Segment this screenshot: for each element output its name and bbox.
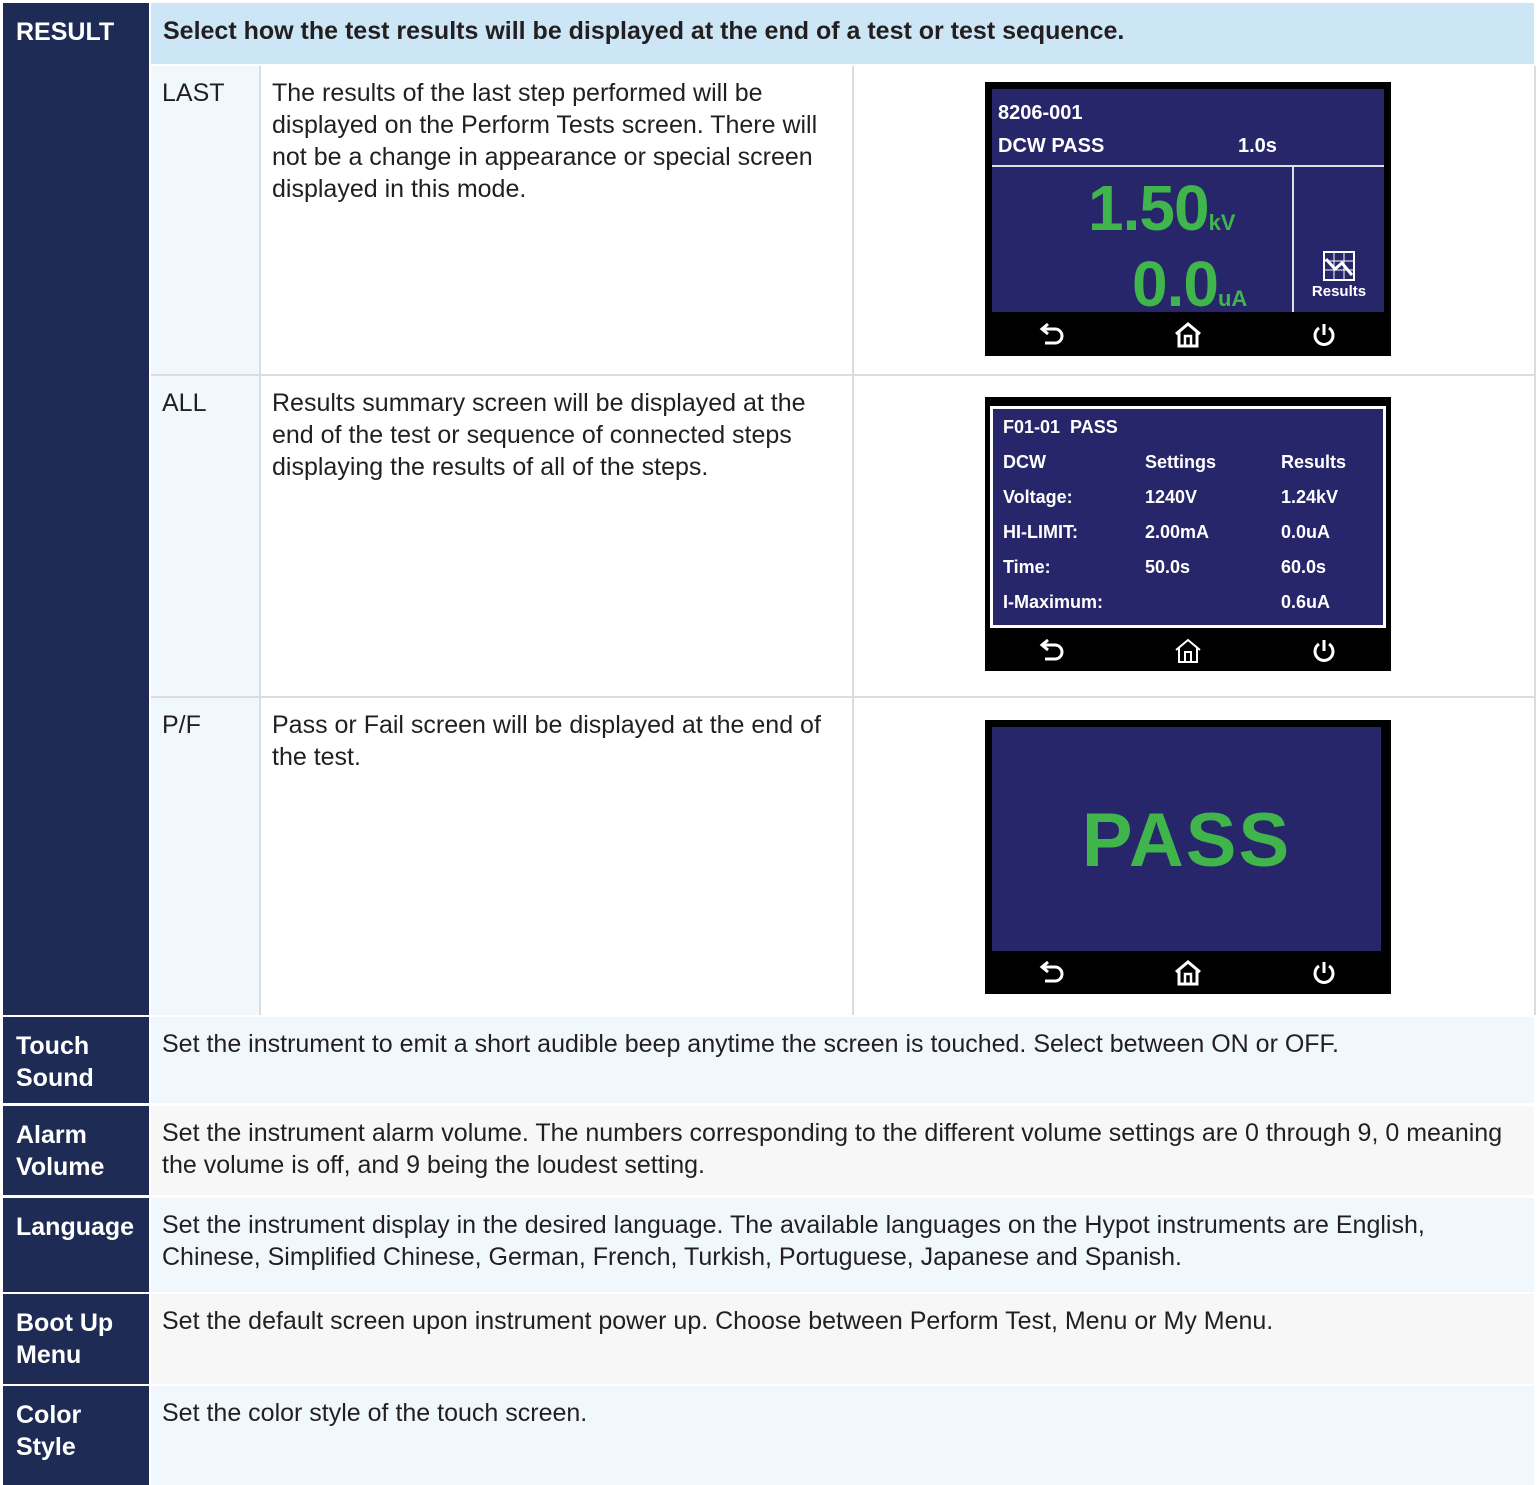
setting-description-alarm-volume: Set the instrument alarm volume. The num… bbox=[151, 1106, 1534, 1195]
option-description-pf: Pass or Fail screen will be displayed at… bbox=[261, 698, 852, 1015]
row-setting: 50.0s bbox=[1145, 557, 1191, 577]
home-icon[interactable] bbox=[1174, 638, 1202, 664]
screen-area: PASS bbox=[992, 727, 1381, 951]
option-code-pf: P/F bbox=[151, 698, 259, 1015]
row-result: 0.6uA bbox=[1281, 592, 1331, 612]
option-description-last: The results of the last step performed w… bbox=[261, 66, 852, 374]
power-icon[interactable] bbox=[1311, 638, 1337, 664]
row-setting: 1240V bbox=[1145, 487, 1198, 507]
col-header-settings: Settings bbox=[1145, 452, 1217, 472]
grid-line bbox=[259, 66, 261, 1015]
row-label: Time: bbox=[1003, 557, 1051, 577]
option-code-last: LAST bbox=[151, 66, 259, 374]
voltage-reading: 1.50kV bbox=[1088, 172, 1236, 244]
screen-nav-bar bbox=[985, 631, 1391, 671]
test-time: 1.0s bbox=[1238, 135, 1277, 157]
setting-description-touch-sound: Set the instrument to emit a short audib… bbox=[151, 1017, 1534, 1103]
grid-line bbox=[1534, 66, 1536, 1015]
setting-label-color-style: Color Style bbox=[3, 1386, 149, 1485]
screen-nav-bar bbox=[985, 314, 1391, 356]
device-screen-pf: PASS bbox=[985, 720, 1391, 994]
home-icon[interactable] bbox=[1174, 322, 1202, 348]
device-screen-last: 8206-001 DCW PASS 1.0s 1.50kV 0.0uA Resu… bbox=[985, 82, 1391, 356]
back-icon[interactable] bbox=[1039, 639, 1065, 663]
row-label: HI-LIMIT: bbox=[1003, 522, 1078, 542]
col-header-test: DCW bbox=[1003, 452, 1046, 472]
setting-description-color-style: Set the color style of the touch screen. bbox=[151, 1386, 1534, 1485]
row-result: 60.0s bbox=[1281, 557, 1327, 577]
current-reading: 0.0uA bbox=[1132, 248, 1248, 320]
screen-nav-bar bbox=[985, 952, 1391, 994]
setting-description-language: Set the instrument display in the desire… bbox=[151, 1198, 1534, 1292]
option-code-all: ALL bbox=[151, 376, 259, 696]
grid-line bbox=[151, 374, 1534, 376]
row-result: 1.24kV bbox=[1281, 487, 1339, 507]
grid-line bbox=[852, 66, 854, 1015]
screen-area: 8206-001 DCW PASS 1.0s 1.50kV 0.0uA Resu… bbox=[992, 89, 1384, 320]
home-icon[interactable] bbox=[1174, 960, 1202, 986]
grid-line bbox=[151, 696, 1534, 698]
setting-description-boot-up-menu: Set the default screen upon instrument p… bbox=[151, 1294, 1534, 1384]
result-label: RESULT bbox=[3, 3, 149, 1015]
row-result: 0.0uA bbox=[1281, 522, 1331, 542]
chart-icon bbox=[1323, 251, 1355, 281]
power-icon[interactable] bbox=[1311, 960, 1337, 986]
back-icon[interactable] bbox=[1039, 323, 1065, 347]
power-icon[interactable] bbox=[1311, 322, 1337, 348]
file-name: 8206-001 bbox=[998, 102, 1083, 124]
back-icon[interactable] bbox=[1039, 961, 1065, 985]
divider bbox=[992, 165, 1384, 167]
results-button[interactable]: Results bbox=[1294, 239, 1384, 312]
setting-label-boot-up-menu: Boot Up Menu bbox=[3, 1294, 149, 1384]
option-description-all: Results summary screen will be displayed… bbox=[261, 376, 852, 696]
pass-status: PASS bbox=[1081, 798, 1292, 883]
test-status: DCW PASS bbox=[998, 135, 1105, 157]
setting-label-touch-sound: Touch Sound bbox=[3, 1017, 149, 1103]
device-screen-all: F01-01 PASS DCW Settings Results Voltage… bbox=[985, 397, 1391, 671]
row-setting: 2.00mA bbox=[1145, 522, 1210, 542]
row-label: Voltage: bbox=[1003, 487, 1073, 507]
screen-area: F01-01 PASS DCW Settings Results Voltage… bbox=[990, 406, 1386, 628]
result-header: Select how the test results will be disp… bbox=[151, 3, 1534, 64]
setting-label-alarm-volume: Alarm Volume bbox=[3, 1106, 149, 1195]
col-header-results: Results bbox=[1281, 452, 1347, 472]
row-label: I-Maximum: bbox=[1003, 592, 1104, 612]
summary-title: F01-01 PASS bbox=[1003, 417, 1118, 437]
setting-label-language: Language bbox=[3, 1198, 149, 1292]
